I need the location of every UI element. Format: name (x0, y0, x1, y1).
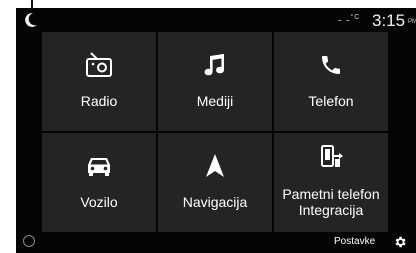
status-bar: - -°C 3:15 PM (16, 8, 416, 32)
callout-leader-line (31, 0, 33, 8)
music-note-icon (204, 54, 224, 76)
tile-smartphone-integration[interactable]: Pametni telefon Integracija (274, 133, 388, 232)
refresh-icon[interactable] (23, 235, 35, 247)
home-menu-grid: Radio Mediji Telefon Vozilo Navigacija P… (42, 32, 388, 232)
clock-ampm: PM (408, 19, 416, 25)
tile-media[interactable]: Mediji (158, 32, 272, 131)
tile-label: Navigacija (182, 194, 248, 210)
settings-label[interactable]: Postavke (334, 236, 375, 247)
radio-icon (86, 52, 112, 77)
phone-icon (322, 56, 340, 74)
smartphone-projection-icon (321, 145, 343, 167)
car-icon (88, 158, 110, 176)
clock-time: 3:15 (372, 11, 406, 30)
tile-label: Vozilo (80, 194, 118, 210)
tile-label: Mediji (196, 93, 234, 109)
tile-phone[interactable]: Telefon (274, 32, 388, 131)
moon-icon[interactable] (24, 12, 38, 28)
bottom-bar: Postavke (16, 233, 416, 253)
tile-label: Radio (80, 93, 118, 109)
temperature-readout: - -°C (338, 14, 361, 27)
tile-label: Telefon (308, 93, 354, 109)
tile-radio[interactable]: Radio (42, 32, 156, 131)
infotainment-screen: - -°C 3:15 PM Radio Mediji Telefon Vozil… (16, 8, 416, 253)
tile-vehicle[interactable]: Vozilo (42, 133, 156, 232)
gear-icon[interactable] (393, 235, 407, 249)
tile-navigation[interactable]: Navigacija (158, 133, 272, 232)
navigation-arrow-icon (206, 154, 224, 177)
tile-label: Pametni telefon Integracija (282, 186, 380, 218)
